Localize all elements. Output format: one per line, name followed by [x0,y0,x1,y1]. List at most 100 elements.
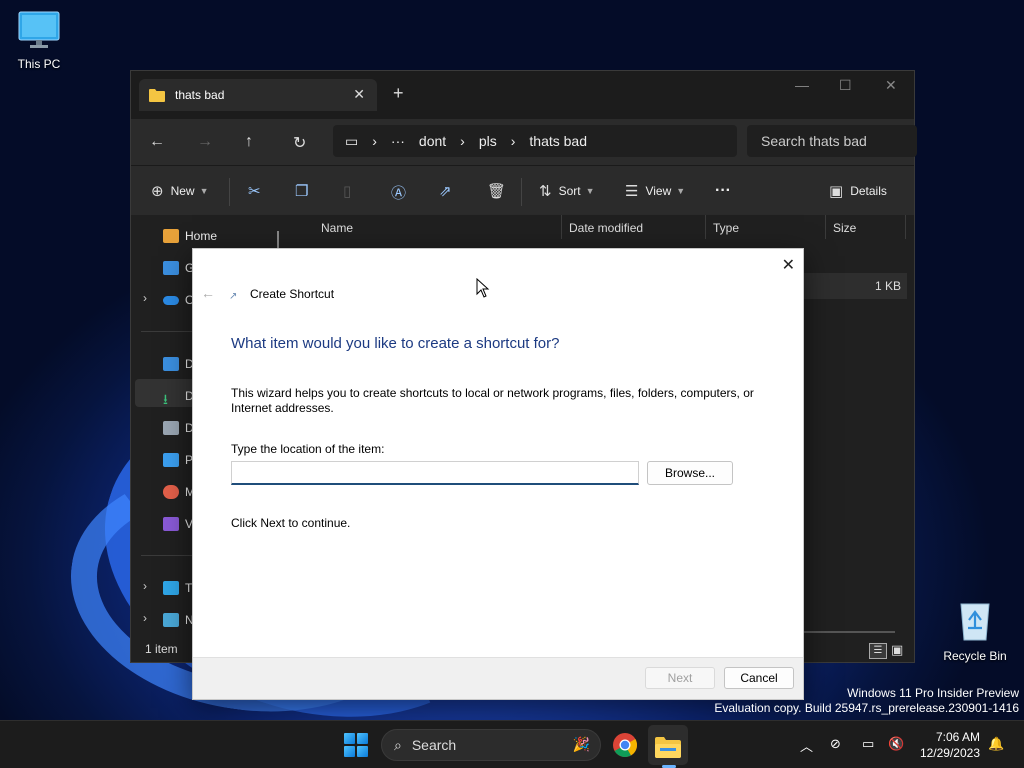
start-button[interactable] [344,733,368,757]
details-view-icon[interactable]: ☰ [869,643,887,659]
show-hidden-icons-chevron-icon[interactable]: ︿ [800,736,813,755]
dialog-close-icon[interactable]: ✕ [782,255,795,275]
sidebar-item-network[interactable]: N [163,613,194,627]
windows-logo-icon [344,733,355,744]
taskbar-search[interactable]: ⌕ Search 🎉 [381,729,601,761]
taskbar: ⌕ Search 🎉 ︿ ⊘ ▭ 🔇 7:06 AM 12/29/2023 🔔 [0,720,1024,768]
window-close-icon[interactable]: ✕ [885,77,897,94]
breadcrumb-ellipsis[interactable]: ··· [391,133,405,149]
chevron-right-icon[interactable]: › [143,611,147,625]
file-list-header: Name Date modified Type Size [289,215,909,241]
create-shortcut-dialog: ✕ ← ↗ Create Shortcut What item would yo… [192,248,804,700]
toolbar-divider [521,178,522,206]
location-label: Type the location of the item: [231,442,385,456]
column-divider [705,215,706,239]
wizard-back-arrow-icon[interactable]: ← [201,285,215,301]
mouse-pointer-icon [476,278,490,298]
breadcrumb-dont[interactable]: dont [419,133,446,149]
details-pane-button[interactable]: ▣ Details [829,182,887,200]
home-icon [163,229,179,243]
paste-button[interactable]: ▯ [343,182,358,200]
windows-logo-icon [357,746,368,757]
sidebar-item-gallery[interactable]: G [163,261,194,275]
view-button[interactable]: ☰ View ▼ [625,182,685,200]
sidebar-item-desktop[interactable]: D [163,357,194,371]
chevron-right-icon[interactable]: › [143,291,147,305]
column-name[interactable]: Name [321,221,353,235]
sidebar-item-downloads[interactable]: ⭳ D [163,389,194,407]
chevron-right-icon[interactable]: › [143,579,147,593]
location-input[interactable] [231,461,639,485]
breadcrumb-thats-bad[interactable]: thats bad [529,133,587,149]
sort-icon: ⇅ [539,183,552,200]
taskbar-clock[interactable]: 7:06 AM 12/29/2023 [912,729,980,761]
address-box[interactable]: ▭ › ··· dont › pls › thats bad [333,125,737,157]
view-label: View [645,184,672,198]
windows-logo-icon [357,733,368,744]
cut-button[interactable]: ✂ [248,182,268,200]
tab-close-icon[interactable]: ✕ [353,86,365,103]
copy-icon: ❐ [295,183,309,200]
computer-icon [163,581,179,595]
network-icon [163,613,179,627]
clipboard-icon: ▯ [343,183,352,200]
next-button[interactable]: Next [645,667,715,689]
explorer-titlebar: thats bad ✕ + — ☐ ✕ [131,71,914,119]
chevron-down-icon: ▼ [585,186,595,196]
music-icon [163,485,179,499]
cloud-icon [163,295,179,305]
breadcrumb-separator: › [372,133,377,149]
notification-bell-icon[interactable]: 🔔 [988,736,1004,752]
explorer-tab[interactable]: thats bad ✕ [139,79,377,111]
details-pane-icon: ▣ [829,183,844,200]
volume-muted-icon[interactable]: 🔇 [888,736,904,752]
tiles-view-icon[interactable]: ▣ [891,643,907,659]
recycle-bin-label: Recycle Bin [943,649,1007,663]
sidebar-item-onedrive[interactable]: O [163,293,194,307]
dialog-title: Create Shortcut [250,287,335,301]
column-date-modified[interactable]: Date modified [569,221,643,235]
document-icon [163,421,179,435]
sidebar-item-home[interactable]: Home [163,229,217,243]
explorer-search-input[interactable]: Search thats bad [747,125,917,157]
recycle-bin-desktop-icon[interactable]: Recycle Bin [940,598,1010,663]
column-size[interactable]: Size [833,221,856,235]
new-tab-button[interactable]: + [393,83,404,104]
search-icon: ⌕ [394,736,402,753]
trash-icon: 🗑 [487,183,507,200]
new-button[interactable]: ⊕ New ▼ [151,182,209,200]
column-type[interactable]: Type [713,221,739,235]
share-button[interactable]: ⇗ [439,182,459,200]
file-size-cell: 1 KB [875,279,902,293]
maximize-icon[interactable]: ☐ [839,77,852,94]
monitor-icon [18,11,60,48]
display-icon[interactable]: ▭ [862,736,874,752]
sidebar-item-videos[interactable]: V [163,517,193,531]
sort-button[interactable]: ⇅ Sort ▼ [539,182,595,200]
pictures-icon [163,453,179,467]
dialog-footer: Next Cancel [193,657,803,699]
refresh-icon[interactable]: ↻ [293,133,306,153]
sidebar-item-pictures[interactable]: P [163,453,193,467]
forward-arrow-icon[interactable]: → [197,133,213,151]
chrome-icon[interactable] [611,731,639,759]
desktop-icon [163,357,179,371]
sidebar-item-this-pc[interactable]: T [163,581,192,595]
delete-button[interactable]: 🗑 [487,182,513,200]
sidebar-item-documents[interactable]: D [163,421,194,435]
more-options-label: ··· [715,182,731,199]
minimize-icon[interactable]: — [795,77,809,93]
breadcrumb-pls[interactable]: pls [479,133,497,149]
more-options-button[interactable]: ··· [715,182,731,200]
back-arrow-icon[interactable]: ← [149,133,165,151]
copy-button[interactable]: ❐ [295,182,315,200]
rename-button[interactable]: Ⓐ [391,182,413,203]
sidebar-item-music[interactable]: M [163,485,195,499]
watermark-build: Evaluation copy. Build 25947.rs_prerelea… [714,701,1019,715]
network-disconnected-icon[interactable]: ⊘ [830,736,841,752]
this-pc-desktop-icon[interactable]: This PC [4,10,74,71]
column-divider [825,215,826,239]
browse-button[interactable]: Browse... [647,461,733,485]
up-arrow-icon[interactable]: ↑ [245,133,253,151]
this-pc-label: This PC [17,57,61,71]
